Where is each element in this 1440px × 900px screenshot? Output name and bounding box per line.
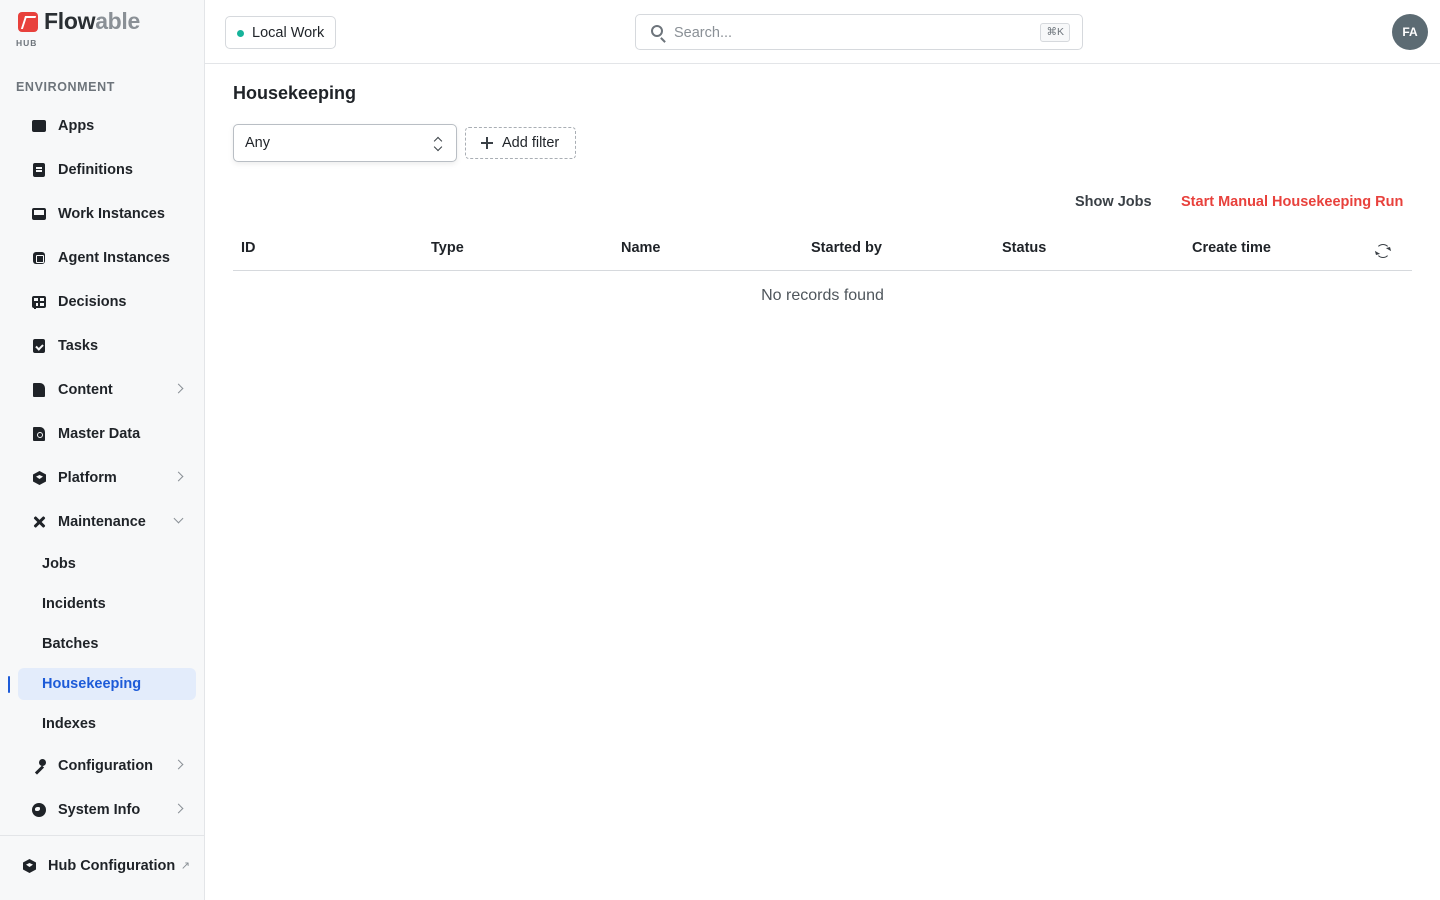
clipboard-check-icon: [31, 338, 47, 354]
sidebar-item-content[interactable]: Content: [18, 374, 196, 406]
workspace-switcher[interactable]: Local Work: [225, 16, 337, 49]
sidebar-item-label: System Info: [58, 802, 141, 818]
sidebar-item-apps[interactable]: Apps: [18, 110, 196, 142]
show-jobs-button[interactable]: Show Jobs: [1075, 194, 1152, 210]
key-icon: [31, 758, 47, 774]
user-avatar[interactable]: FA: [1392, 14, 1428, 50]
file-info-icon: [31, 426, 47, 442]
table-icon: [31, 294, 47, 310]
sidebar-subitem-incidents[interactable]: Incidents: [18, 588, 196, 620]
box-icon: [31, 118, 47, 134]
sidebar-item-label: Tasks: [58, 338, 99, 354]
chevron-right-icon: [173, 803, 184, 814]
start-manual-housekeeping-button[interactable]: Start Manual Housekeeping Run: [1181, 194, 1403, 210]
chevron-right-icon: [173, 471, 184, 482]
tools-icon: [31, 514, 47, 530]
empty-state-message: No records found: [761, 287, 884, 304]
add-filter-label: Add filter: [502, 135, 560, 151]
sidebar-item-decisions[interactable]: Decisions: [18, 286, 196, 318]
search-icon: [651, 25, 663, 37]
sidebar-item-agent-instances[interactable]: Agent Instances: [18, 242, 196, 274]
environment-section-label: ENVIRONMENT: [16, 80, 115, 94]
sidebar-item-configuration[interactable]: Configuration: [18, 750, 196, 782]
column-header-status[interactable]: Status: [1002, 240, 1046, 256]
sidebar-item-definitions[interactable]: Definitions: [18, 154, 196, 186]
sidebar-subitem-jobs[interactable]: Jobs: [18, 548, 196, 580]
sidebar-item-label: Agent Instances: [58, 250, 170, 266]
sidebar-item-platform[interactable]: Platform: [18, 462, 196, 494]
sidebar-item-label: Apps: [58, 118, 95, 134]
sidebar-item-label: Master Data: [58, 426, 141, 442]
chevron-right-icon: [173, 383, 184, 394]
hub-configuration-link[interactable]: Hub Configuration ↗: [8, 850, 196, 882]
flowable-logo[interactable]: Flowable HUB: [16, 8, 156, 50]
sidebar-subitem-housekeeping[interactable]: Housekeeping: [18, 668, 196, 700]
sidebar-item-label: Work Instances: [58, 206, 165, 222]
sidebar-item-work-instances[interactable]: Work Instances: [18, 198, 196, 230]
sidebar-item-master-data[interactable]: Master Data: [18, 418, 196, 450]
chevron-up-down-icon: [434, 136, 442, 152]
sidebar-item-label: Decisions: [58, 294, 127, 310]
sidebar-item-label: Definitions: [58, 162, 133, 178]
sidebar-divider: [0, 835, 204, 836]
logo-wordmark: Flowable: [44, 8, 141, 34]
sidebar-item-maintenance[interactable]: Maintenance: [18, 506, 196, 538]
add-filter-button[interactable]: Add filter: [465, 127, 576, 159]
external-link-icon: ↗: [180, 860, 190, 872]
cube-icon: [21, 858, 37, 874]
plus-icon: [481, 137, 493, 149]
file-icon: [31, 382, 47, 398]
search-input[interactable]: [674, 23, 1034, 43]
column-header-started-by[interactable]: Started by: [811, 240, 882, 256]
column-header-id[interactable]: ID: [241, 240, 256, 256]
sidebar-item-system-info[interactable]: System Info: [18, 794, 196, 826]
sidebar-item-label: Platform: [58, 470, 117, 486]
sidebar-item-tasks[interactable]: Tasks: [18, 330, 196, 362]
flowable-logo-icon: [18, 12, 38, 32]
sidebar-subitem-indexes[interactable]: Indexes: [18, 708, 196, 740]
table-header: ID Type Name Started by Status Create ti…: [233, 230, 1412, 271]
filter-select-value: Any: [245, 135, 270, 151]
inbox-icon: [31, 206, 47, 222]
sidebar-subitem-batches[interactable]: Batches: [18, 628, 196, 660]
document-icon: [31, 162, 47, 178]
filter-select[interactable]: Any: [233, 124, 457, 162]
sidebar-item-label: Content: [58, 382, 113, 398]
chip-icon: [31, 250, 47, 266]
sidebar-item-label: Configuration: [58, 758, 154, 774]
hub-configuration-label: Hub Configuration: [48, 858, 176, 874]
sidebar-item-label: Maintenance: [58, 514, 146, 530]
column-header-type[interactable]: Type: [431, 240, 464, 256]
cube-icon: [31, 470, 47, 486]
column-header-create-time[interactable]: Create time: [1192, 240, 1271, 256]
globe-icon: [31, 802, 47, 818]
page-title: Housekeeping: [233, 83, 357, 103]
workspace-label: Local Work: [252, 24, 325, 41]
active-indicator: [8, 676, 10, 693]
chevron-right-icon: [173, 759, 184, 770]
status-dot: [237, 30, 244, 37]
column-header-name[interactable]: Name: [621, 240, 661, 256]
sidebar: Flowable HUB ENVIRONMENT Apps Definition…: [0, 0, 205, 900]
top-bar: Local Work ⌘K FA: [205, 0, 1440, 64]
keyboard-shortcut-badge: ⌘K: [1040, 23, 1070, 42]
search-box[interactable]: ⌘K: [635, 14, 1083, 50]
refresh-icon[interactable]: [1376, 244, 1390, 258]
chevron-down-icon: [173, 513, 184, 524]
logo-subtitle: HUB: [16, 38, 38, 48]
